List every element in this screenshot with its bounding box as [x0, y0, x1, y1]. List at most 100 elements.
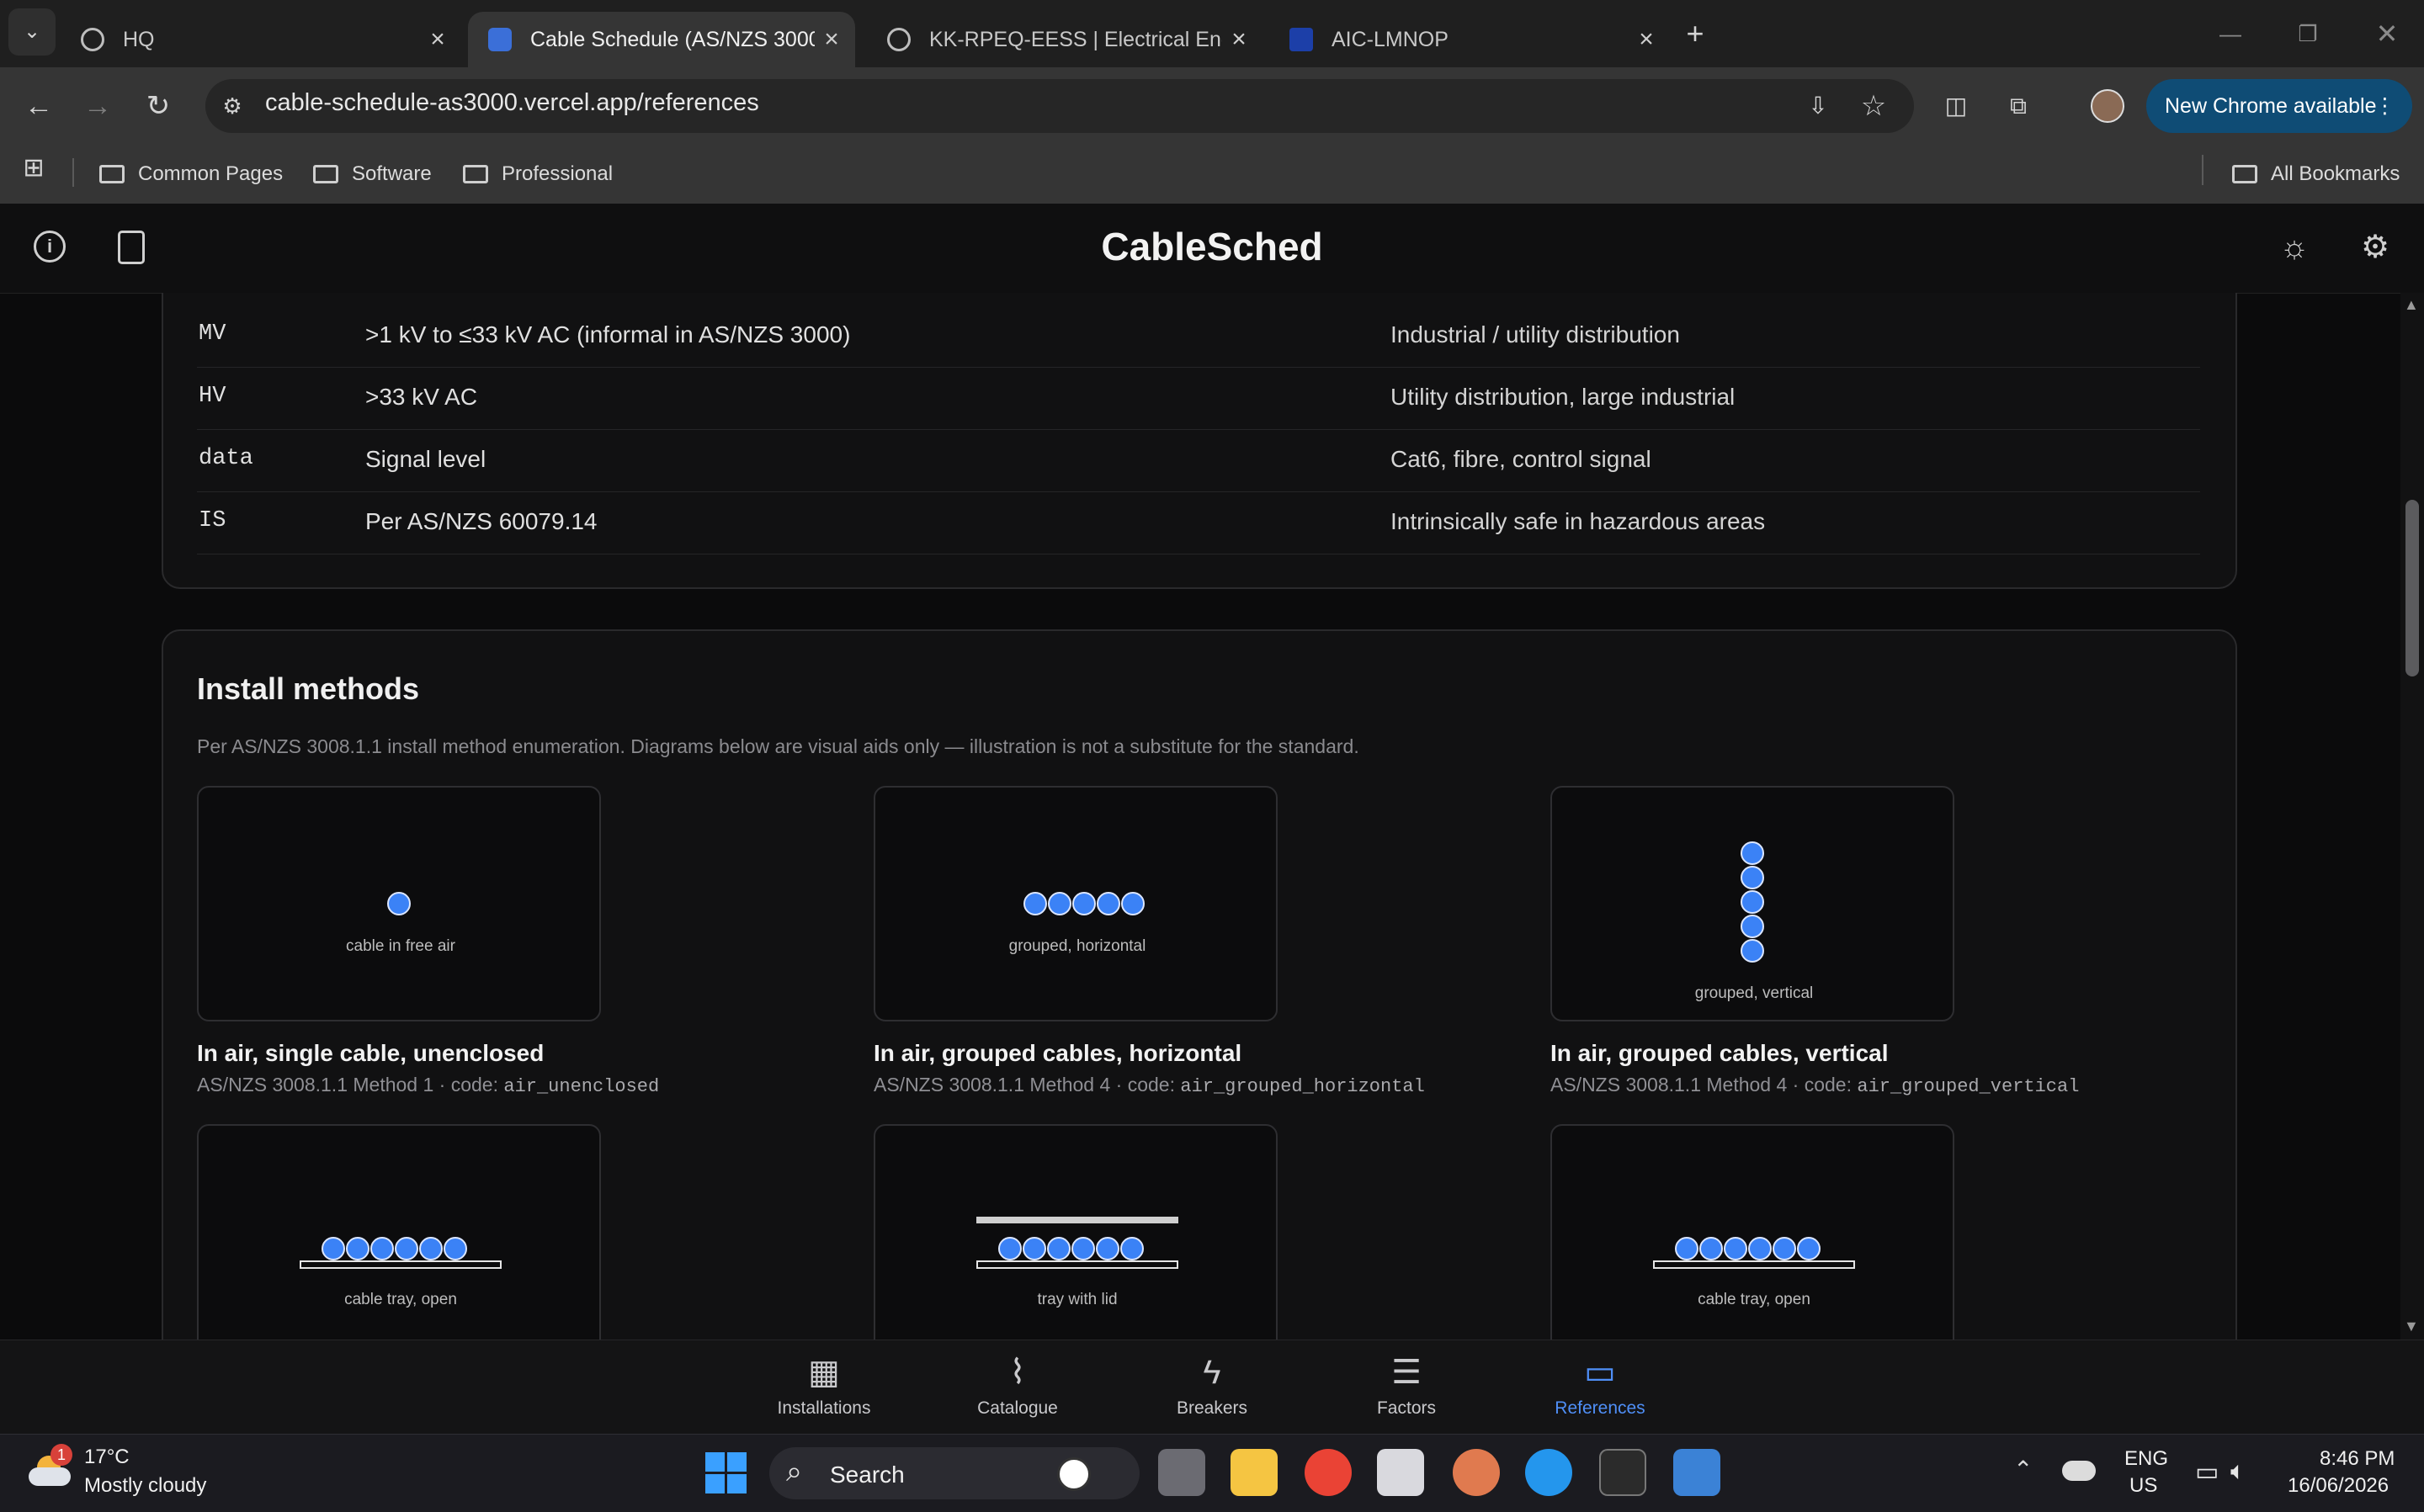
nav-installations[interactable]: ▦ Installations — [757, 1353, 891, 1419]
minimize-icon[interactable]: — — [2205, 8, 2256, 59]
cable-dot — [1741, 939, 1764, 963]
method-row-2: cable tray, open tray with lid cable tra… — [0, 1124, 2400, 1340]
weather-badge: 1 — [50, 1444, 72, 1466]
close-icon[interactable]: × — [815, 25, 848, 54]
cable-dot — [1072, 892, 1096, 915]
close-icon[interactable]: × — [421, 25, 454, 54]
restore-icon[interactable]: ❐ — [2283, 8, 2333, 59]
tab-cable-schedule[interactable]: Cable Schedule (AS/NZS 3000) × — [468, 12, 855, 67]
clock-time[interactable]: 8:46 PM — [2320, 1447, 2395, 1471]
reload-icon[interactable]: ↻ — [133, 81, 183, 131]
table-row: IS Per AS/NZS 60079.14 Intrinsically saf… — [197, 491, 2200, 554]
lightning-icon: ϟ — [1203, 1354, 1221, 1391]
window-close-icon[interactable]: ✕ — [2362, 8, 2412, 59]
tab-hq[interactable]: HQ × — [61, 12, 461, 67]
snipping-tool-icon[interactable] — [1377, 1449, 1424, 1496]
extension-icon[interactable]: ◫ — [1931, 81, 1981, 131]
all-bookmarks-label: All Bookmarks — [2271, 162, 2400, 185]
tab-search-chevron-icon[interactable]: ⌄ — [8, 8, 56, 56]
cable-dot — [1748, 1237, 1772, 1260]
forward-arrow-icon[interactable]: → — [72, 81, 123, 131]
cable-dot — [322, 1237, 345, 1260]
sliders-icon: ☰ — [1391, 1354, 1422, 1391]
windows-start-icon[interactable] — [705, 1452, 747, 1494]
voltage-code: data — [199, 446, 253, 471]
new-tab-plus-icon[interactable]: + — [1670, 8, 1720, 59]
tab-title: HQ — [123, 27, 155, 51]
scroll-up-arrow-icon[interactable]: ▲ — [2404, 296, 2419, 314]
scrollbar-track[interactable] — [2400, 293, 2424, 1340]
tray-chevron-up-icon[interactable]: ⌃ — [2013, 1456, 2033, 1483]
cable-dot — [998, 1237, 1022, 1260]
cable-tray — [976, 1260, 1178, 1269]
nav-factors[interactable]: ☰ Factors — [1339, 1353, 1474, 1419]
url-text[interactable]: cable-schedule-as3000.vercel.app/referen… — [265, 89, 759, 117]
profile-avatar[interactable] — [2091, 89, 2124, 123]
voltage-use: Utility distribution, large industrial — [1390, 384, 1736, 410]
cable-dot — [1047, 1237, 1071, 1260]
close-icon[interactable]: × — [1629, 25, 1663, 54]
theme-sun-icon[interactable]: ☼ — [2269, 222, 2320, 273]
new-chrome-button[interactable]: New Chrome available ⋮ — [2146, 79, 2412, 133]
file-explorer-icon[interactable] — [1231, 1449, 1278, 1496]
globe-icon — [81, 28, 104, 51]
folder-icon — [313, 165, 338, 183]
cable-dot — [1097, 892, 1120, 915]
cable-dot — [370, 1237, 394, 1260]
onedrive-cloud-icon[interactable] — [2062, 1461, 2096, 1481]
network-icon[interactable]: ▭ — [2195, 1457, 2219, 1487]
bookmark-common-pages[interactable]: Common Pages — [99, 155, 283, 194]
method-diagram-tray-open: cable tray, open — [197, 1124, 601, 1340]
cable-dot — [1023, 1237, 1046, 1260]
tab-kk-rpeq[interactable]: KK-RPEQ-EESS | Electrical Engin × — [867, 12, 1262, 67]
puzzle-icon[interactable]: ⧉ — [1993, 81, 2044, 131]
cable-dot — [1071, 1237, 1095, 1260]
docker-icon[interactable] — [1525, 1449, 1572, 1496]
cable-dot — [1797, 1237, 1821, 1260]
cable-tray — [1653, 1260, 1855, 1269]
close-icon[interactable]: × — [1222, 25, 1256, 54]
back-arrow-icon[interactable]: ← — [13, 81, 64, 131]
nav-references[interactable]: ▭ References — [1533, 1353, 1667, 1419]
notepad-icon[interactable] — [1673, 1449, 1720, 1496]
method-title: In air, grouped cables, vertical — [1550, 1040, 1889, 1066]
nav-breakers[interactable]: ϟ Breakers — [1145, 1353, 1279, 1419]
app-favicon-icon — [488, 28, 512, 51]
bookmark-star-icon[interactable]: ☆ — [1848, 81, 1899, 131]
nav-label: References — [1555, 1398, 1645, 1418]
tab-aic-lmnop[interactable]: AIC-LMNOP × — [1269, 12, 1670, 67]
diagram-caption: cable tray, open — [344, 1291, 457, 1308]
lang-primary[interactable]: ENG — [2124, 1447, 2168, 1471]
cable-dot — [1096, 1237, 1119, 1260]
scrollbar-thumb[interactable] — [2405, 500, 2419, 676]
chrome-icon[interactable] — [1305, 1449, 1352, 1496]
method-title: In air, grouped cables, horizontal — [874, 1040, 1242, 1066]
search-icon: ⌕ — [786, 1456, 803, 1488]
book-icon: ▭ — [1584, 1354, 1616, 1391]
site-info-icon[interactable]: ⚙ — [207, 81, 258, 131]
bookmark-professional[interactable]: Professional — [463, 155, 613, 194]
bookmark-software[interactable]: Software — [313, 155, 432, 194]
folder-icon — [2232, 165, 2257, 183]
voltage-use: Intrinsically safe in hazardous areas — [1390, 508, 1766, 534]
scroll-down-arrow-icon[interactable]: ▼ — [2404, 1318, 2419, 1335]
terminal-icon[interactable] — [1599, 1449, 1646, 1496]
clock-date[interactable]: 16/06/2026 — [2288, 1474, 2389, 1498]
tab-title: Cable Schedule (AS/NZS 3000) — [530, 27, 815, 51]
task-view-icon[interactable] — [1158, 1449, 1205, 1496]
install-app-icon[interactable]: ⇩ — [1793, 81, 1843, 131]
volume-icon[interactable]: 🔈︎ — [2230, 1457, 2246, 1486]
claude-icon[interactable] — [1453, 1449, 1500, 1496]
new-chrome-label: New Chrome available — [2165, 94, 2377, 118]
method-title: In air, single cable, unenclosed — [197, 1040, 545, 1066]
all-bookmarks[interactable]: All Bookmarks — [2232, 155, 2400, 194]
nav-label: Factors — [1376, 1398, 1436, 1418]
nav-catalogue[interactable]: ⌇ Catalogue — [950, 1353, 1085, 1419]
method-diagram-tray-lid: tray with lid — [874, 1124, 1278, 1340]
tab-title: KK-RPEQ-EESS | Electrical Engin — [929, 27, 1222, 51]
settings-gear-icon[interactable]: ⚙ — [2350, 222, 2400, 273]
apps-grid-icon[interactable]: ⊞ — [8, 143, 59, 194]
lang-secondary[interactable]: US — [2129, 1474, 2157, 1498]
method-subtitle: AS/NZS 3008.1.1 Method 1 · code: air_une… — [197, 1074, 660, 1097]
voltage-use: Cat6, fibre, control signal — [1390, 446, 1651, 472]
